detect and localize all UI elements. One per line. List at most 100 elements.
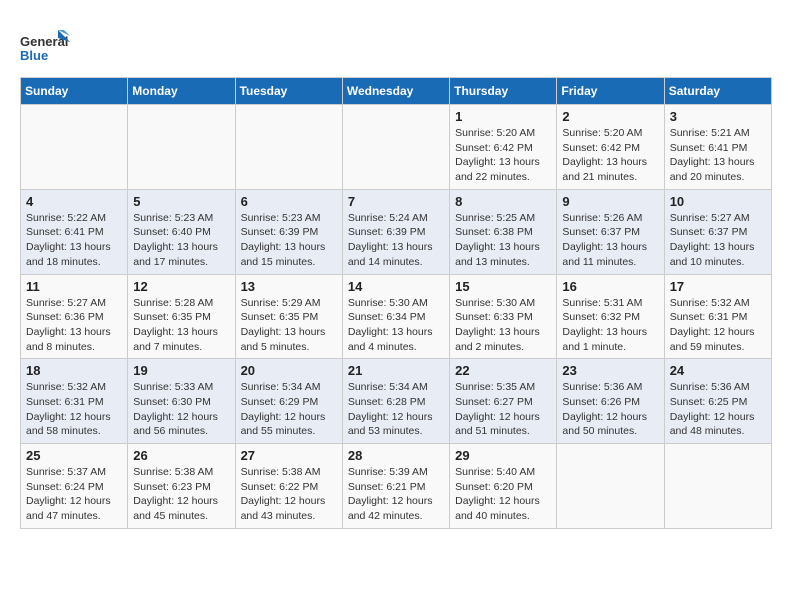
weekday-header-saturday: Saturday [664, 78, 771, 105]
calendar-cell: 4 Sunrise: 5:22 AM Sunset: 6:41 PM Daylig… [21, 189, 128, 274]
day-info: Sunrise: 5:20 AM Sunset: 6:42 PM Dayligh… [562, 126, 658, 185]
day-info: Sunrise: 5:24 AM Sunset: 6:39 PM Dayligh… [348, 211, 444, 270]
day-number: 13 [241, 279, 337, 294]
day-number: 28 [348, 448, 444, 463]
day-number: 19 [133, 363, 229, 378]
day-number: 8 [455, 194, 551, 209]
day-number: 17 [670, 279, 766, 294]
calendar-cell: 27 Sunrise: 5:38 AM Sunset: 6:22 PM Dayli… [235, 444, 342, 529]
weekday-header-tuesday: Tuesday [235, 78, 342, 105]
calendar-cell [664, 444, 771, 529]
day-number: 2 [562, 109, 658, 124]
day-info: Sunrise: 5:30 AM Sunset: 6:33 PM Dayligh… [455, 296, 551, 355]
day-info: Sunrise: 5:31 AM Sunset: 6:32 PM Dayligh… [562, 296, 658, 355]
calendar-cell: 15 Sunrise: 5:30 AM Sunset: 6:33 PM Dayli… [450, 274, 557, 359]
calendar-cell [21, 105, 128, 190]
calendar-cell: 24 Sunrise: 5:36 AM Sunset: 6:25 PM Dayli… [664, 359, 771, 444]
day-number: 24 [670, 363, 766, 378]
weekday-header-wednesday: Wednesday [342, 78, 449, 105]
day-info: Sunrise: 5:23 AM Sunset: 6:40 PM Dayligh… [133, 211, 229, 270]
day-number: 27 [241, 448, 337, 463]
day-info: Sunrise: 5:30 AM Sunset: 6:34 PM Dayligh… [348, 296, 444, 355]
calendar-cell [235, 105, 342, 190]
day-info: Sunrise: 5:34 AM Sunset: 6:29 PM Dayligh… [241, 380, 337, 439]
calendar-cell: 9 Sunrise: 5:26 AM Sunset: 6:37 PM Daylig… [557, 189, 664, 274]
day-number: 29 [455, 448, 551, 463]
day-number: 25 [26, 448, 122, 463]
calendar-cell: 20 Sunrise: 5:34 AM Sunset: 6:29 PM Dayli… [235, 359, 342, 444]
day-info: Sunrise: 5:23 AM Sunset: 6:39 PM Dayligh… [241, 211, 337, 270]
day-info: Sunrise: 5:32 AM Sunset: 6:31 PM Dayligh… [670, 296, 766, 355]
day-number: 26 [133, 448, 229, 463]
calendar-cell: 12 Sunrise: 5:28 AM Sunset: 6:35 PM Dayli… [128, 274, 235, 359]
day-info: Sunrise: 5:36 AM Sunset: 6:26 PM Dayligh… [562, 380, 658, 439]
day-info: Sunrise: 5:35 AM Sunset: 6:27 PM Dayligh… [455, 380, 551, 439]
day-number: 1 [455, 109, 551, 124]
calendar-cell: 11Sunrise: 5:27 AM Sunset: 6:36 PM Dayli… [21, 274, 128, 359]
logo: General Blue [20, 28, 70, 77]
calendar-cell: 10 Sunrise: 5:27 AM Sunset: 6:37 PM Dayli… [664, 189, 771, 274]
calendar-cell: 5 Sunrise: 5:23 AM Sunset: 6:40 PM Daylig… [128, 189, 235, 274]
day-number: 20 [241, 363, 337, 378]
day-info: Sunrise: 5:36 AM Sunset: 6:25 PM Dayligh… [670, 380, 766, 439]
day-number: 11 [26, 279, 122, 294]
calendar-cell: 6 Sunrise: 5:23 AM Sunset: 6:39 PM Daylig… [235, 189, 342, 274]
calendar-cell [128, 105, 235, 190]
weekday-header-monday: Monday [128, 78, 235, 105]
calendar-cell: 3 Sunrise: 5:21 AM Sunset: 6:41 PM Daylig… [664, 105, 771, 190]
day-number: 16 [562, 279, 658, 294]
calendar-cell: 16 Sunrise: 5:31 AM Sunset: 6:32 PM Dayli… [557, 274, 664, 359]
day-number: 9 [562, 194, 658, 209]
weekday-header-sunday: Sunday [21, 78, 128, 105]
day-number: 22 [455, 363, 551, 378]
calendar-cell: 2 Sunrise: 5:20 AM Sunset: 6:42 PM Daylig… [557, 105, 664, 190]
calendar-cell [557, 444, 664, 529]
day-info: Sunrise: 5:20 AM Sunset: 6:42 PM Dayligh… [455, 126, 551, 185]
day-number: 12 [133, 279, 229, 294]
day-info: Sunrise: 5:34 AM Sunset: 6:28 PM Dayligh… [348, 380, 444, 439]
day-number: 5 [133, 194, 229, 209]
calendar-cell: 19 Sunrise: 5:33 AM Sunset: 6:30 PM Dayli… [128, 359, 235, 444]
day-number: 6 [241, 194, 337, 209]
day-info: Sunrise: 5:28 AM Sunset: 6:35 PM Dayligh… [133, 296, 229, 355]
day-info: Sunrise: 5:37 AM Sunset: 6:24 PM Dayligh… [26, 465, 122, 524]
day-info: Sunrise: 5:33 AM Sunset: 6:30 PM Dayligh… [133, 380, 229, 439]
calendar-cell: 17 Sunrise: 5:32 AM Sunset: 6:31 PM Dayli… [664, 274, 771, 359]
calendar-cell: 14 Sunrise: 5:30 AM Sunset: 6:34 PM Dayli… [342, 274, 449, 359]
day-number: 3 [670, 109, 766, 124]
calendar-cell: 25 Sunrise: 5:37 AM Sunset: 6:24 PM Dayli… [21, 444, 128, 529]
day-info: Sunrise: 5:22 AM Sunset: 6:41 PM Dayligh… [26, 211, 122, 270]
calendar-cell: 13 Sunrise: 5:29 AM Sunset: 6:35 PM Dayli… [235, 274, 342, 359]
day-number: 7 [348, 194, 444, 209]
calendar-cell: 29 Sunrise: 5:40 AM Sunset: 6:20 PM Dayli… [450, 444, 557, 529]
svg-text:Blue: Blue [20, 48, 48, 63]
calendar-cell: 7 Sunrise: 5:24 AM Sunset: 6:39 PM Daylig… [342, 189, 449, 274]
day-info: Sunrise: 5:25 AM Sunset: 6:38 PM Dayligh… [455, 211, 551, 270]
day-number: 18 [26, 363, 122, 378]
calendar-cell: 28 Sunrise: 5:39 AM Sunset: 6:21 PM Dayli… [342, 444, 449, 529]
calendar-table: SundayMondayTuesdayWednesdayThursdayFrid… [20, 77, 772, 529]
day-info: Sunrise: 5:38 AM Sunset: 6:22 PM Dayligh… [241, 465, 337, 524]
calendar-cell: 21 Sunrise: 5:34 AM Sunset: 6:28 PM Dayli… [342, 359, 449, 444]
day-number: 21 [348, 363, 444, 378]
day-info: Sunrise: 5:32 AM Sunset: 6:31 PM Dayligh… [26, 380, 122, 439]
day-info: Sunrise: 5:21 AM Sunset: 6:41 PM Dayligh… [670, 126, 766, 185]
calendar-cell: 1 Sunrise: 5:20 AM Sunset: 6:42 PM Daylig… [450, 105, 557, 190]
day-number: 23 [562, 363, 658, 378]
day-info: Sunrise: 5:40 AM Sunset: 6:20 PM Dayligh… [455, 465, 551, 524]
weekday-header-friday: Friday [557, 78, 664, 105]
day-info: Sunrise: 5:39 AM Sunset: 6:21 PM Dayligh… [348, 465, 444, 524]
calendar-cell [342, 105, 449, 190]
calendar-cell: 26 Sunrise: 5:38 AM Sunset: 6:23 PM Dayli… [128, 444, 235, 529]
calendar-cell: 18 Sunrise: 5:32 AM Sunset: 6:31 PM Dayli… [21, 359, 128, 444]
calendar-cell: 22 Sunrise: 5:35 AM Sunset: 6:27 PM Dayli… [450, 359, 557, 444]
day-number: 15 [455, 279, 551, 294]
day-info: Sunrise: 5:38 AM Sunset: 6:23 PM Dayligh… [133, 465, 229, 524]
day-info: Sunrise: 5:26 AM Sunset: 6:37 PM Dayligh… [562, 211, 658, 270]
day-info: Sunrise: 5:27 AM Sunset: 6:37 PM Dayligh… [670, 211, 766, 270]
day-number: 4 [26, 194, 122, 209]
calendar-cell: 23 Sunrise: 5:36 AM Sunset: 6:26 PM Dayli… [557, 359, 664, 444]
day-info: Sunrise: 5:29 AM Sunset: 6:35 PM Dayligh… [241, 296, 337, 355]
day-number: 14 [348, 279, 444, 294]
day-number: 10 [670, 194, 766, 209]
